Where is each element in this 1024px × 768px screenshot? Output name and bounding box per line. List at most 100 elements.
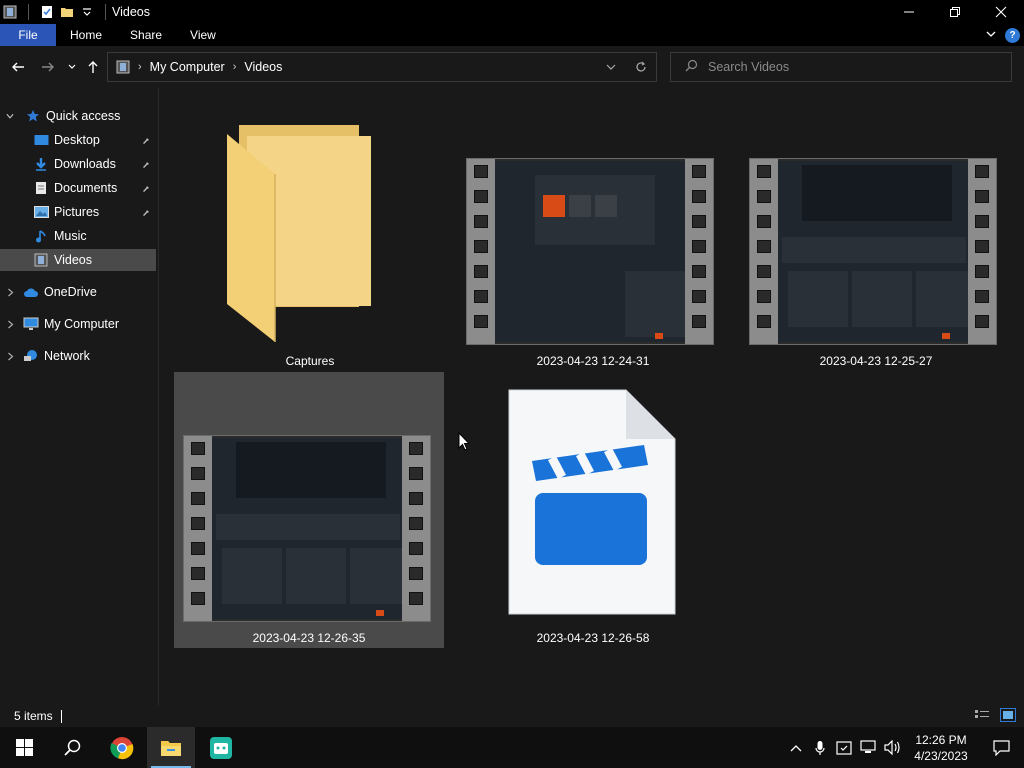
star-icon [25, 108, 41, 124]
video-file-icon [508, 389, 676, 615]
close-button[interactable] [978, 0, 1024, 24]
tab-home[interactable]: Home [56, 24, 116, 46]
sprocket-hole [975, 165, 989, 178]
sprocket-hole [191, 467, 205, 480]
sprocket-hole [975, 190, 989, 203]
details-view-icon[interactable] [974, 709, 990, 725]
file-item-video[interactable]: 2023-04-23 12-25-27 [741, 96, 1011, 372]
sprocket-hole [757, 265, 771, 278]
network-status-icon[interactable] [856, 740, 880, 755]
window-title: Videos [112, 5, 150, 19]
help-icon[interactable]: ? [1005, 27, 1020, 43]
large-icons-view-icon[interactable] [1000, 708, 1016, 725]
sidebar-item-network[interactable]: Network [0, 345, 156, 367]
search-placeholder: Search Videos [708, 60, 790, 74]
status-bar: 5 items [0, 705, 1024, 727]
expand-ribbon-icon[interactable] [985, 28, 997, 43]
filmstrip-edge [402, 436, 430, 621]
clock[interactable]: 12:26 PM 4/23/2023 [904, 732, 978, 764]
sprocket-hole [692, 290, 706, 303]
taskbar-search-button[interactable] [48, 727, 96, 768]
sprocket-hole [692, 190, 706, 203]
tab-view[interactable]: View [176, 24, 230, 46]
back-arrow-icon[interactable] [8, 57, 28, 77]
navigation-pane: Quick access Desktop Downloads Documents… [0, 88, 158, 705]
sprocket-hole [409, 542, 423, 555]
restore-button[interactable] [932, 0, 978, 24]
breadcrumb-my-computer[interactable]: My Computer [150, 60, 225, 74]
system-tray: 12:26 PM 4/23/2023 [784, 727, 1024, 768]
file-item-video[interactable]: 2023-04-23 12-26-35 [174, 372, 444, 648]
taskbar-chrome[interactable] [98, 727, 146, 768]
forward-arrow-icon[interactable] [38, 57, 58, 77]
filmstrip-edge [685, 159, 713, 344]
new-folder-icon[interactable] [59, 4, 75, 20]
file-item-folder[interactable]: Captures [175, 96, 445, 372]
sidebar-item-label: Desktop [54, 133, 100, 147]
address-bar[interactable]: › My Computer › Videos [107, 52, 657, 82]
toolbar-divider [105, 4, 106, 20]
tab-file[interactable]: File [0, 24, 56, 46]
sidebar-item-quick-access[interactable]: Quick access [0, 105, 156, 127]
sprocket-hole [692, 240, 706, 253]
status-divider [60, 709, 62, 723]
search-input[interactable]: Search Videos [670, 52, 1012, 82]
microphone-icon[interactable] [808, 740, 832, 756]
pin-icon [142, 134, 152, 148]
sidebar-item-label: Pictures [54, 205, 100, 219]
file-list: Captures 2023-04-23 12-24-31 2023-04-23 … [159, 88, 1024, 705]
pin-icon [142, 206, 152, 220]
videos-folder-icon [2, 4, 18, 20]
minimize-button[interactable] [886, 0, 932, 24]
music-icon [33, 228, 49, 244]
filmstrip-edge [184, 436, 212, 621]
downloads-icon [33, 156, 49, 172]
security-icon[interactable] [832, 740, 856, 756]
sidebar-item-pictures[interactable]: Pictures [0, 201, 156, 223]
address-dropdown-icon[interactable] [596, 62, 626, 72]
sprocket-hole [474, 215, 488, 228]
sprocket-hole [409, 567, 423, 580]
sprocket-hole [975, 290, 989, 303]
toolbar-divider [28, 4, 29, 20]
sprocket-hole [692, 315, 706, 328]
refresh-icon[interactable] [626, 61, 656, 73]
sprocket-hole [409, 517, 423, 530]
recent-locations-icon[interactable] [62, 57, 82, 77]
up-arrow-icon[interactable] [83, 57, 103, 77]
filmstrip-edge [968, 159, 996, 344]
sprocket-hole [191, 592, 205, 605]
title-bar: Videos [0, 0, 1024, 24]
sidebar-item-videos[interactable]: Videos [0, 249, 156, 271]
sidebar-item-documents[interactable]: Documents [0, 177, 156, 199]
notifications-icon[interactable] [978, 739, 1024, 756]
file-item-video[interactable]: 2023-04-23 12-26-58 [458, 372, 728, 648]
breadcrumb-videos[interactable]: Videos [244, 60, 282, 74]
sidebar-item-downloads[interactable]: Downloads [0, 153, 156, 175]
pin-icon [142, 182, 152, 196]
tab-share[interactable]: Share [116, 24, 176, 46]
sprocket-hole [409, 592, 423, 605]
sprocket-hole [757, 190, 771, 203]
show-hidden-icons-icon[interactable] [784, 744, 808, 752]
taskbar-file-explorer[interactable] [147, 727, 195, 768]
taskbar-app[interactable] [197, 727, 245, 768]
start-button[interactable] [0, 727, 48, 768]
search-icon [685, 59, 698, 75]
volume-icon[interactable] [880, 740, 904, 755]
chevron-right-icon: › [138, 61, 142, 73]
sprocket-hole [191, 492, 205, 505]
video-preview [212, 438, 402, 619]
sidebar-item-my-computer[interactable]: My Computer [0, 313, 156, 335]
sidebar-item-label: Videos [54, 253, 92, 267]
sprocket-hole [474, 190, 488, 203]
sidebar-item-onedrive[interactable]: OneDrive [0, 281, 156, 303]
customize-toolbar-icon[interactable] [79, 4, 95, 20]
file-name: Captures [285, 354, 335, 368]
video-thumbnail [749, 158, 997, 345]
properties-icon[interactable] [39, 4, 55, 20]
item-count: 5 items [14, 709, 53, 723]
file-item-video[interactable]: 2023-04-23 12-24-31 [458, 96, 728, 372]
sidebar-item-music[interactable]: Music [0, 225, 156, 247]
sidebar-item-desktop[interactable]: Desktop [0, 129, 156, 151]
